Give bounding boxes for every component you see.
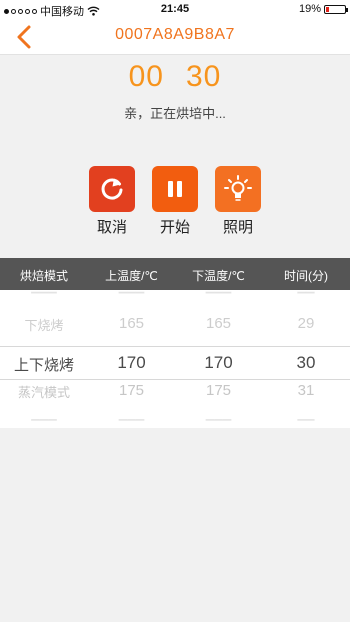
header-top-temp: 上温度/℃ <box>105 269 158 283</box>
faded-cell: ▁▁▁ <box>118 409 145 421</box>
light-button[interactable]: 照明 <box>213 166 263 237</box>
faded-cell: ▔▔ <box>297 293 315 305</box>
header-time: 时间(分) <box>284 269 328 283</box>
picker-row-faded-bottom: ▁▁▁ ▁▁▁ ▁▁▁ ▁▁ <box>0 408 350 422</box>
device-id-title: 0007A8A9B8A7 <box>115 26 235 43</box>
cancel-label: 取消 <box>96 219 127 236</box>
top-temp-cell: 175 <box>118 382 145 399</box>
picker-row-faded-top: ▔▔▔ ▔▔▔ ▔▔▔ ▔▔ <box>0 292 350 306</box>
faded-cell: ▁▁▁ <box>205 409 232 421</box>
pause-icon <box>168 181 182 197</box>
light-label: 照明 <box>222 219 253 236</box>
refresh-icon <box>101 178 123 200</box>
timer-minutes: 00 <box>128 60 164 93</box>
battery-percent: 19% <box>298 3 321 15</box>
cancel-icon-box <box>89 166 135 212</box>
time-cell: 30 <box>296 353 316 372</box>
light-bulb-icon <box>224 175 252 201</box>
timer-seconds: 30 <box>186 60 222 93</box>
top-temp-cell: 165 <box>118 315 145 332</box>
header-bottom-temp: 下温度/℃ <box>192 269 245 283</box>
picker-row[interactable]: 蒸汽模式 175 175 31 <box>0 382 350 404</box>
mode-cell: 蒸汽模式 <box>17 385 70 400</box>
cancel-button[interactable]: 取消 <box>87 166 137 237</box>
status-right: 19% <box>298 3 348 15</box>
faded-cell: ▁▁ <box>297 409 315 421</box>
light-icon-box <box>215 166 261 212</box>
nav-bar: 0007A8A9B8A7 <box>0 20 350 55</box>
start-icon-box <box>152 166 198 212</box>
faded-cell: ▔▔▔ <box>205 293 232 305</box>
time-cell: 31 <box>297 382 315 399</box>
baking-status-text: 亲，正在烘培中... <box>124 106 226 121</box>
top-temp-cell: 170 <box>117 353 146 372</box>
picker-row[interactable]: 下烧烤 165 165 29 <box>0 315 350 337</box>
bottom-temp-cell: 165 <box>205 315 232 332</box>
time-cell: 29 <box>297 315 315 332</box>
status-bar: 中国移动 21:45 19% <box>0 0 350 20</box>
faded-cell: ▔▔▔ <box>31 293 57 305</box>
bottom-temp-cell: 170 <box>204 353 233 372</box>
baking-settings-picker[interactable]: ▔▔▔ ▔▔▔ ▔▔▔ ▔▔ 下烧烤 165 165 29 上下烧烤 170 1… <box>0 290 350 428</box>
mode-cell: 下烧烤 <box>24 318 64 333</box>
start-button[interactable]: 开始 <box>150 166 200 237</box>
faded-cell: ▁▁▁ <box>31 409 57 421</box>
battery-icon <box>324 4 348 14</box>
start-label: 开始 <box>159 219 190 236</box>
bottom-temp-cell: 175 <box>205 382 232 399</box>
back-button[interactable] <box>10 22 40 52</box>
status-time: 21:45 <box>160 3 190 15</box>
countdown-timer: 00 30 <box>0 60 350 94</box>
faded-cell: ▔▔▔ <box>118 293 145 305</box>
battery-level-fill <box>326 6 329 12</box>
mode-cell: 上下烧烤 <box>13 357 74 374</box>
settings-table-header: 烘焙模式 上温度/℃ 下温度/℃ 时间(分) <box>0 258 350 290</box>
chevron-left-icon <box>17 25 31 49</box>
header-mode: 烘焙模式 <box>19 269 68 283</box>
picker-row-selected[interactable]: 上下烧烤 170 170 30 <box>0 346 350 380</box>
